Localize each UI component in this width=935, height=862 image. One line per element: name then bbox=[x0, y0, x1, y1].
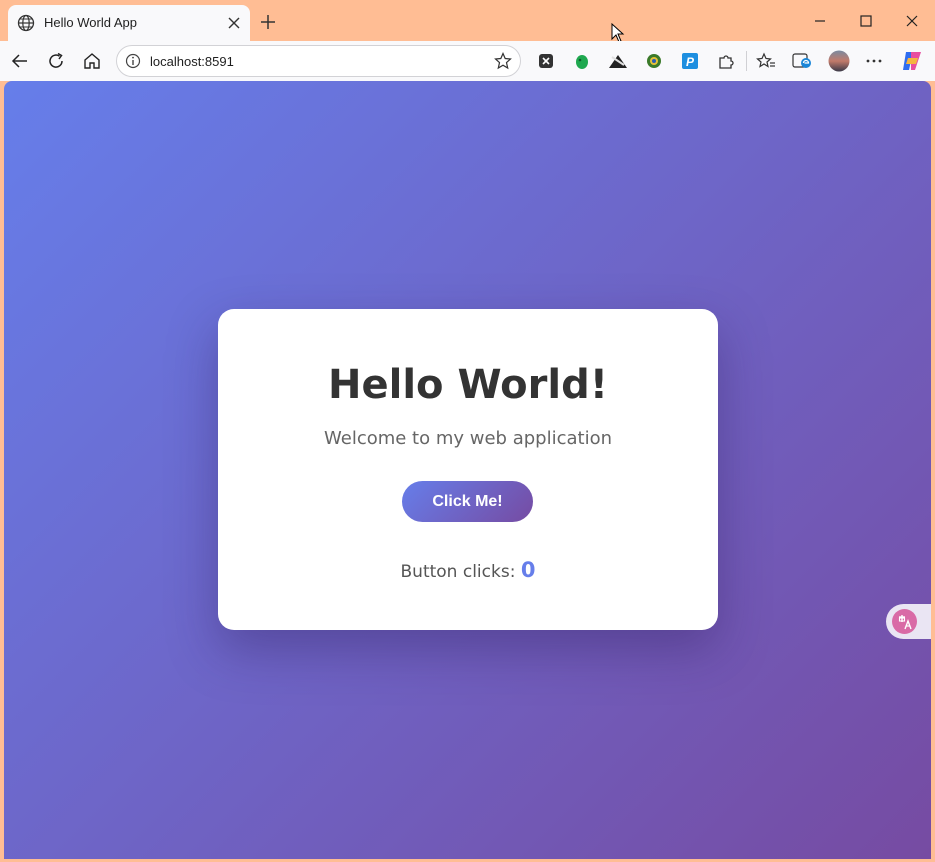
tab-strip: Hello World App bbox=[0, 0, 935, 43]
minimize-icon[interactable] bbox=[805, 8, 835, 34]
svg-text:P: P bbox=[686, 55, 695, 69]
profile-avatar[interactable] bbox=[828, 50, 850, 72]
home-icon[interactable] bbox=[80, 49, 104, 73]
info-icon[interactable] bbox=[125, 53, 141, 69]
address-bar[interactable]: localhost:8591 bbox=[116, 45, 521, 77]
browser-window: Hello World App localhost:8591 P Hello W… bbox=[0, 0, 935, 862]
evernote-icon[interactable] bbox=[572, 51, 592, 71]
globe-icon bbox=[17, 14, 35, 32]
edge-bar-icon[interactable] bbox=[792, 51, 812, 71]
counter-value: 0 bbox=[520, 558, 536, 582]
tab-title: Hello World App bbox=[44, 15, 137, 30]
back-icon[interactable] bbox=[8, 49, 32, 73]
close-window-icon[interactable] bbox=[897, 8, 927, 34]
copilot-icon[interactable] bbox=[900, 49, 924, 73]
tab-hello-world[interactable]: Hello World App bbox=[8, 5, 250, 41]
click-me-button[interactable]: Click Me! bbox=[402, 481, 533, 522]
translate-widget[interactable] bbox=[886, 604, 931, 639]
welcome-card: Hello World! Welcome to my web applicati… bbox=[218, 309, 718, 630]
puzzle-icon[interactable] bbox=[716, 51, 736, 71]
star-icon[interactable] bbox=[494, 52, 512, 70]
p-extension-icon[interactable]: P bbox=[680, 51, 700, 71]
counter-label: Button clicks: bbox=[400, 562, 516, 582]
extension-icon[interactable] bbox=[608, 51, 628, 71]
extension-icon[interactable] bbox=[644, 51, 664, 71]
address-url: localhost:8591 bbox=[150, 54, 234, 69]
x-extension-icon[interactable] bbox=[536, 51, 556, 71]
refresh-icon[interactable] bbox=[44, 49, 68, 73]
click-counter: Button clicks: 0 bbox=[218, 558, 718, 582]
browser-toolbar: localhost:8591 P bbox=[0, 41, 935, 81]
plus-icon[interactable] bbox=[257, 11, 279, 33]
maximize-icon[interactable] bbox=[851, 8, 881, 34]
translate-icon[interactable] bbox=[892, 609, 917, 634]
page-title: Hello World! bbox=[328, 362, 608, 408]
page-subtitle: Welcome to my web application bbox=[324, 428, 612, 449]
more-icon[interactable] bbox=[864, 51, 884, 71]
toolbar-separator bbox=[746, 51, 747, 71]
close-icon[interactable] bbox=[224, 13, 244, 33]
favorites-icon[interactable] bbox=[756, 51, 776, 71]
page-viewport: Hello World! Welcome to my web applicati… bbox=[4, 81, 931, 859]
